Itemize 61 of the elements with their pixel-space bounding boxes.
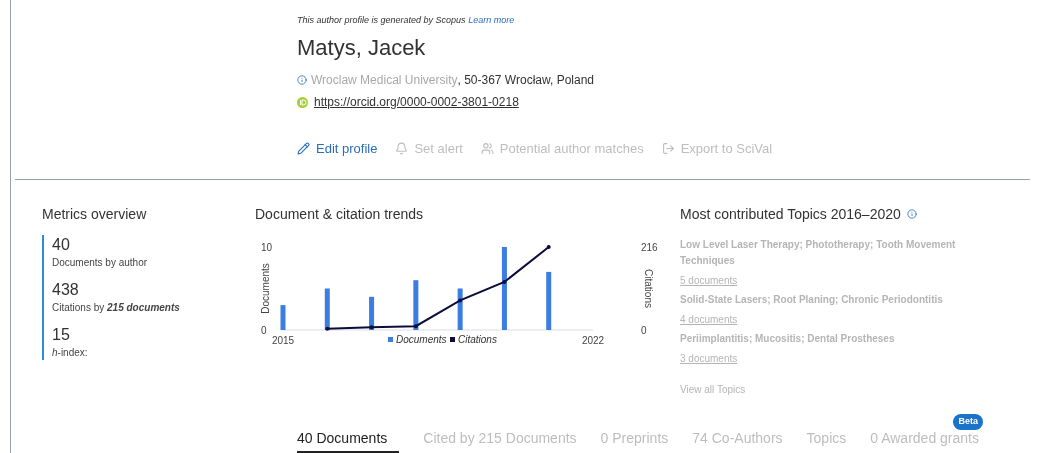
pencil-icon <box>297 142 310 156</box>
data-point <box>458 297 463 302</box>
data-point <box>369 324 374 329</box>
legend-label: Documents <box>396 333 447 345</box>
data-point <box>325 326 330 331</box>
document-bar <box>546 271 552 330</box>
info-icon[interactable] <box>906 209 917 219</box>
data-point <box>502 279 507 284</box>
document-bar <box>457 288 463 330</box>
metric-label: Citations by 215 documents <box>52 300 181 315</box>
orcid-link[interactable]: https://orcid.org/0000-0002-3801-0218 <box>314 93 519 111</box>
location-text: , 50-367 Wrocław, Poland <box>457 72 594 89</box>
metric-value: 15 <box>52 324 71 345</box>
section-title: Document & citation trends <box>255 204 425 224</box>
document-count-link[interactable]: 5 documents <box>680 272 738 288</box>
author-name: Matys, Jacek <box>297 33 427 61</box>
metric-value: 40 <box>52 234 71 255</box>
axis-tick: 2022 <box>581 334 605 346</box>
document-bar <box>369 296 375 330</box>
learn-more-link[interactable]: Learn more <box>468 15 515 25</box>
document-bar <box>413 279 419 330</box>
metric-label: Documents by author <box>52 255 149 270</box>
export-icon <box>661 142 675 156</box>
tab[interactable]: 0 Awarded grants <box>870 428 979 453</box>
axis-tick: 0 <box>641 324 647 336</box>
affiliation-link[interactable]: Wroclaw Medical University <box>311 71 458 89</box>
legend-swatch <box>388 336 393 342</box>
orcid-icon <box>297 96 308 108</box>
topic-name: Low Level Laser Therapy; Phototherapy; Tooth Movement Techniques <box>680 237 957 268</box>
topic-name: Solid-State Lasers; Root Planing; Chronic Periodontitis <box>680 292 944 307</box>
notice-text: This author profile is generated by Scopus <box>297 15 466 25</box>
metric-label: h-index: <box>52 345 89 360</box>
section-title: Most contributed Topics 2016–2020 <box>680 204 901 224</box>
tab[interactable]: 0 Preprints <box>600 428 669 453</box>
tab[interactable]: 74 Co-Authors <box>692 428 783 453</box>
tab[interactable]: Topics <box>806 428 847 453</box>
data-point <box>413 323 418 328</box>
document-bar <box>324 288 330 330</box>
topic-name: Periimplantitis; Mucositis; Dental Prostheses <box>680 331 896 346</box>
axis-tick: 2015 <box>271 334 295 346</box>
axis-tick: 10 <box>261 241 273 253</box>
document-bar <box>280 304 286 330</box>
info-icon <box>297 75 307 85</box>
view-all-link[interactable]: View all Topics <box>680 381 746 397</box>
axis-label: Citations <box>643 268 654 308</box>
axis-tick: 216 <box>641 241 658 253</box>
bell-icon <box>395 142 409 156</box>
section-title: Metrics overview <box>42 204 148 224</box>
metric-value: 438 <box>52 279 80 300</box>
tab[interactable]: 40 Documents <box>297 428 400 453</box>
profile-action[interactable]: Edit profile <box>297 139 378 159</box>
data-point <box>546 244 551 249</box>
document-count-link[interactable]: 3 documents <box>680 350 738 366</box>
tab[interactable]: Cited by 215 Documents <box>423 428 577 453</box>
axis-tick: 0 <box>261 324 267 336</box>
axis-label: Documents <box>260 262 271 314</box>
document-count-link[interactable]: 4 documents <box>680 311 738 327</box>
beta-badge: Beta <box>953 414 983 430</box>
people-icon <box>480 142 494 156</box>
legend-label: Citations <box>458 333 497 345</box>
legend-swatch <box>450 336 455 342</box>
